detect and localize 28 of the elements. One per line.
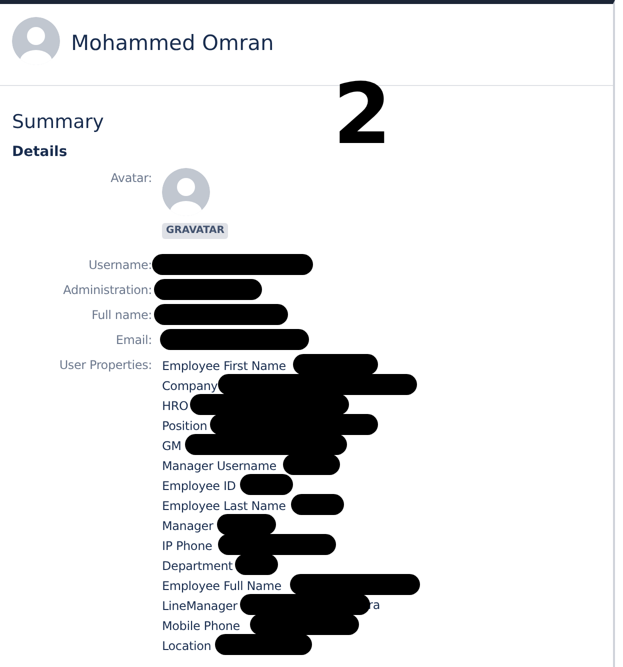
field-label: Avatar: (110, 170, 152, 187)
property-text: Position (162, 418, 208, 435)
summary-heading: Summary (12, 110, 105, 135)
field-label: User Properties: (58, 357, 152, 374)
property-text: Mobile Phone (162, 618, 240, 635)
property-text: Department (162, 558, 233, 575)
property-text: Employee First Name (162, 358, 286, 375)
field-label: Username: (88, 257, 152, 274)
user-name: Mohammed Omran (71, 30, 274, 56)
property-text: LineManager (162, 598, 238, 615)
property-text: Manager Username (162, 458, 276, 475)
property-text: Manager (162, 518, 214, 535)
property-text: IP Phone (162, 538, 212, 555)
property-text: Employee Full Name (162, 578, 282, 595)
property-text: Location (162, 638, 212, 655)
handwritten-number: 2 (333, 72, 392, 156)
gravatar-badge: GRAVATAR (162, 223, 228, 239)
field-label: Email: (114, 332, 152, 349)
field-label: Full name: (90, 307, 152, 324)
property-text: GM (162, 438, 182, 455)
avatar-icon (162, 168, 210, 216)
property-text: HRO (162, 398, 188, 415)
details-heading: Details (12, 143, 68, 162)
property-text: Employee Last Name (162, 498, 286, 515)
avatar-icon (12, 17, 60, 65)
field-label: Administration: (62, 282, 152, 299)
property-text: Employee ID (162, 478, 236, 495)
property-text: Company (162, 378, 218, 395)
